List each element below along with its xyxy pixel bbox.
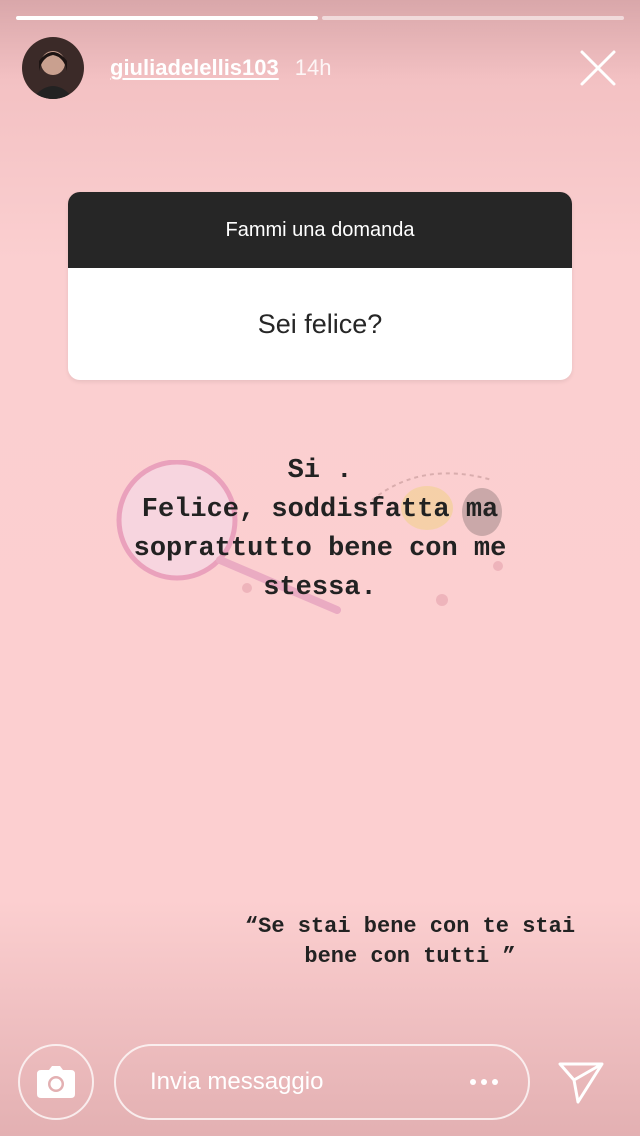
quote-text: “Se stai bene con te stai bene con tutti… <box>210 912 610 972</box>
progress-segment <box>16 16 318 20</box>
message-placeholder: Invia messaggio <box>150 1068 324 1095</box>
quote-line: “Se stai bene con te stai <box>244 914 576 939</box>
close-button[interactable] <box>578 48 618 88</box>
quote-line: bene con tutti ” <box>304 944 516 969</box>
answer-line: Si . <box>287 456 353 486</box>
story-header: giuliadelellis103 14h <box>22 36 622 100</box>
more-dots-icon[interactable] <box>470 1079 498 1085</box>
question-sticker-header: Fammi una domanda <box>68 192 572 268</box>
send-button[interactable] <box>556 1056 606 1106</box>
answer-text: Si . Felice, soddisfatta ma soprattutto … <box>80 452 560 608</box>
camera-icon <box>37 1066 75 1098</box>
answer-line: stessa. <box>263 573 377 603</box>
camera-button[interactable] <box>18 1044 94 1120</box>
answer-line: Felice, soddisfatta ma <box>141 495 499 525</box>
message-input[interactable]: Invia messaggio <box>114 1044 530 1120</box>
avatar[interactable] <box>22 37 84 99</box>
question-text: Sei felice? <box>68 268 572 380</box>
story-progress-bar <box>16 16 624 20</box>
username[interactable]: giuliadelellis103 <box>110 55 279 81</box>
answer-line: soprattutto bene con me <box>133 534 507 564</box>
close-icon <box>580 50 616 86</box>
send-icon <box>558 1062 604 1104</box>
question-sticker: Fammi una domanda Sei felice? <box>68 192 572 380</box>
story-footer: Invia messaggio <box>0 1040 640 1124</box>
story-time: 14h <box>294 55 332 80</box>
progress-segment <box>322 16 624 20</box>
